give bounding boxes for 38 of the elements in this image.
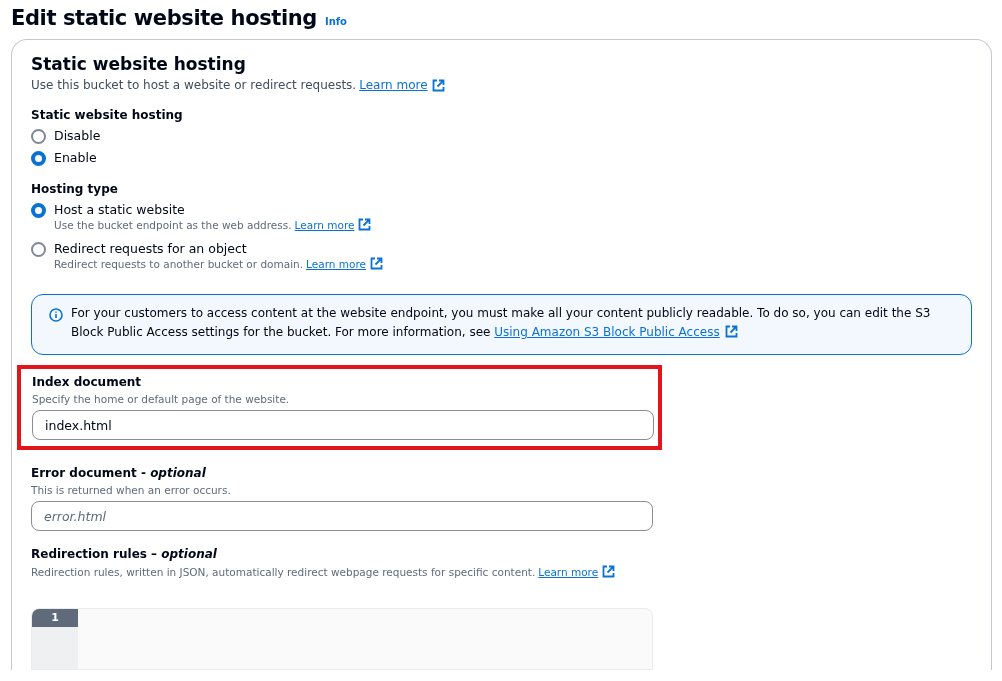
section-title: Static website hosting (31, 54, 247, 74)
option-label: Host a static website (54, 202, 186, 218)
external-link-icon (724, 325, 738, 338)
option-label: Enable (54, 150, 97, 166)
line-number: 1 (32, 609, 78, 627)
external-link-icon (602, 565, 616, 578)
option-description: Redirect requests to another bucket or domain. (54, 257, 304, 270)
external-link-icon (358, 218, 372, 231)
field-description: This is returned when an error occurs. (31, 484, 232, 496)
block-public-access-link[interactable]: Using Amazon S3 Block Public Access (494, 325, 720, 339)
option-label: Disable (54, 128, 101, 144)
radio-button[interactable] (31, 242, 46, 257)
info-icon (49, 308, 63, 322)
field-label: Index document (32, 375, 143, 389)
field-description: Redirection rules, written in JSON, automatically redirect webpage requests for specific content. (31, 565, 536, 578)
field-label: Error document - optional (31, 466, 207, 480)
field-description: Specify the home or default page of the website. (32, 393, 291, 405)
option-label: Redirect requests for an object (54, 241, 248, 257)
learn-more-link[interactable]: Learn more (306, 257, 366, 270)
external-link-icon (431, 78, 445, 92)
section-description: Use this bucket to host a website or redirect requests. (31, 78, 357, 92)
text-field[interactable]: index.html (32, 410, 654, 440)
alert-message: For your customers to access content at the website endpoint, you must make all your content publicly readable. To do so, you can edit the S3 Block Public Access settings for the bucket. For more information, see Using Amazon S3 Block Public Access (71, 305, 932, 341)
learn-more-link[interactable]: Learn more (359, 78, 428, 92)
learn-more-link[interactable]: Learn more (538, 565, 599, 578)
radio-button[interactable] (31, 203, 46, 218)
page-title: Edit static website hosting (11, 6, 317, 30)
info-link[interactable]: Info (324, 16, 347, 27)
field-label: Redirection rules – optional (31, 547, 218, 561)
external-link-icon (370, 257, 383, 270)
group-label: Static website hosting (31, 108, 184, 122)
learn-more-link[interactable]: Learn more (294, 218, 355, 231)
code-editor[interactable]: 1 (31, 608, 653, 670)
radio-button[interactable] (31, 151, 46, 166)
group-label: Hosting type (31, 182, 119, 196)
option-description: Use the bucket endpoint as the web address. (54, 218, 292, 231)
text-field[interactable]: error.html (31, 501, 653, 531)
radio-button[interactable] (31, 129, 46, 144)
